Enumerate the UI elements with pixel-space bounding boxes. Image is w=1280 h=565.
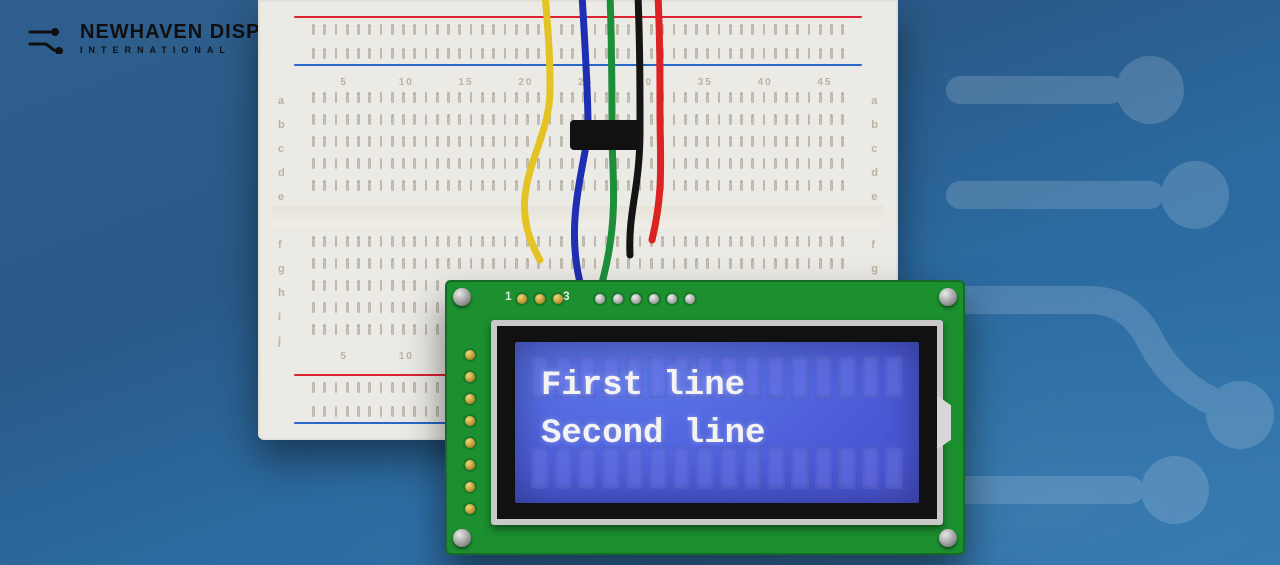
product-photo: NEWHAVEN DISPLAY INTERNATIONAL 510152025… (0, 0, 1280, 565)
pcb-pads-top (595, 294, 695, 304)
lcd-screen: First line Second line (515, 342, 919, 503)
power-rail-top (272, 6, 884, 76)
circuit-icon (28, 24, 70, 54)
pcb-pads-top (517, 294, 563, 304)
pin-label: 3 (563, 290, 570, 302)
terminal-strip-top (272, 84, 884, 204)
mounting-hole (453, 529, 471, 547)
pin-label: 1 (505, 290, 512, 302)
rail-holes (312, 48, 844, 58)
mounting-hole (453, 288, 471, 306)
rail-holes (312, 24, 844, 34)
mounting-hole (939, 529, 957, 547)
mounting-hole (939, 288, 957, 306)
lcd-bezel: First line Second line (491, 320, 943, 525)
lcd-module: 1 3 6 First line Second line (445, 280, 965, 555)
bezel-tab (937, 396, 951, 450)
lcd-text: First line Second line (541, 362, 765, 458)
pcb-pads-side (465, 350, 475, 514)
center-channel (272, 206, 884, 228)
row-labels: fghij (278, 240, 285, 347)
